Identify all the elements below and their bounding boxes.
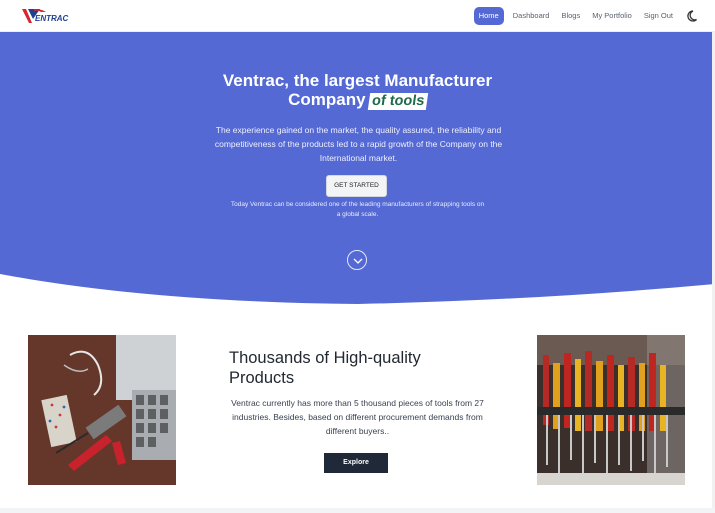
get-started-button[interactable]: GET STARTED <box>326 175 387 197</box>
hero-title: Ventrac, the largest Manufacturer Compan… <box>0 71 715 110</box>
tools-photo-left <box>28 335 176 485</box>
next-section-edge <box>0 508 715 513</box>
hero-title-line2: Company <box>288 90 366 109</box>
page: ENTRAC Home Dashboard Blogs My Portfolio… <box>0 0 715 513</box>
feature-description: Ventrac currently has more than 5 thousa… <box>231 398 484 436</box>
moon-icon[interactable] <box>687 9 701 23</box>
explore-button[interactable]: Explore <box>324 453 388 473</box>
nav-sign-out[interactable]: Sign Out <box>638 7 679 25</box>
nav-blogs[interactable]: Blogs <box>555 7 586 25</box>
nav-home[interactable]: Home <box>473 7 504 25</box>
scroll-down-button[interactable] <box>347 250 367 270</box>
navbar: ENTRAC Home Dashboard Blogs My Portfolio… <box>0 0 715 32</box>
feature-title: Thousands of High-quality Products <box>229 349 421 387</box>
hero-note: Today Ventrac can be considered one of t… <box>230 201 485 218</box>
hero-title-highlight: of tools <box>367 93 429 110</box>
main-nav: Home Dashboard Blogs My Portfolio Sign O… <box>473 7 701 25</box>
hero-section: Ventrac, the largest Manufacturer Compan… <box>0 32 715 307</box>
nav-dashboard[interactable]: Dashboard <box>507 7 556 25</box>
hero-description: The experience gained on the market, the… <box>214 125 503 163</box>
chevron-down-icon <box>353 258 363 264</box>
tools-photo-right <box>537 335 685 485</box>
ventrac-logo[interactable]: ENTRAC <box>20 6 76 26</box>
svg-text:ENTRAC: ENTRAC <box>35 14 69 23</box>
hero-title-line1: Ventrac, the largest Manufacturer <box>222 71 493 90</box>
nav-my-portfolio[interactable]: My Portfolio <box>586 7 638 25</box>
